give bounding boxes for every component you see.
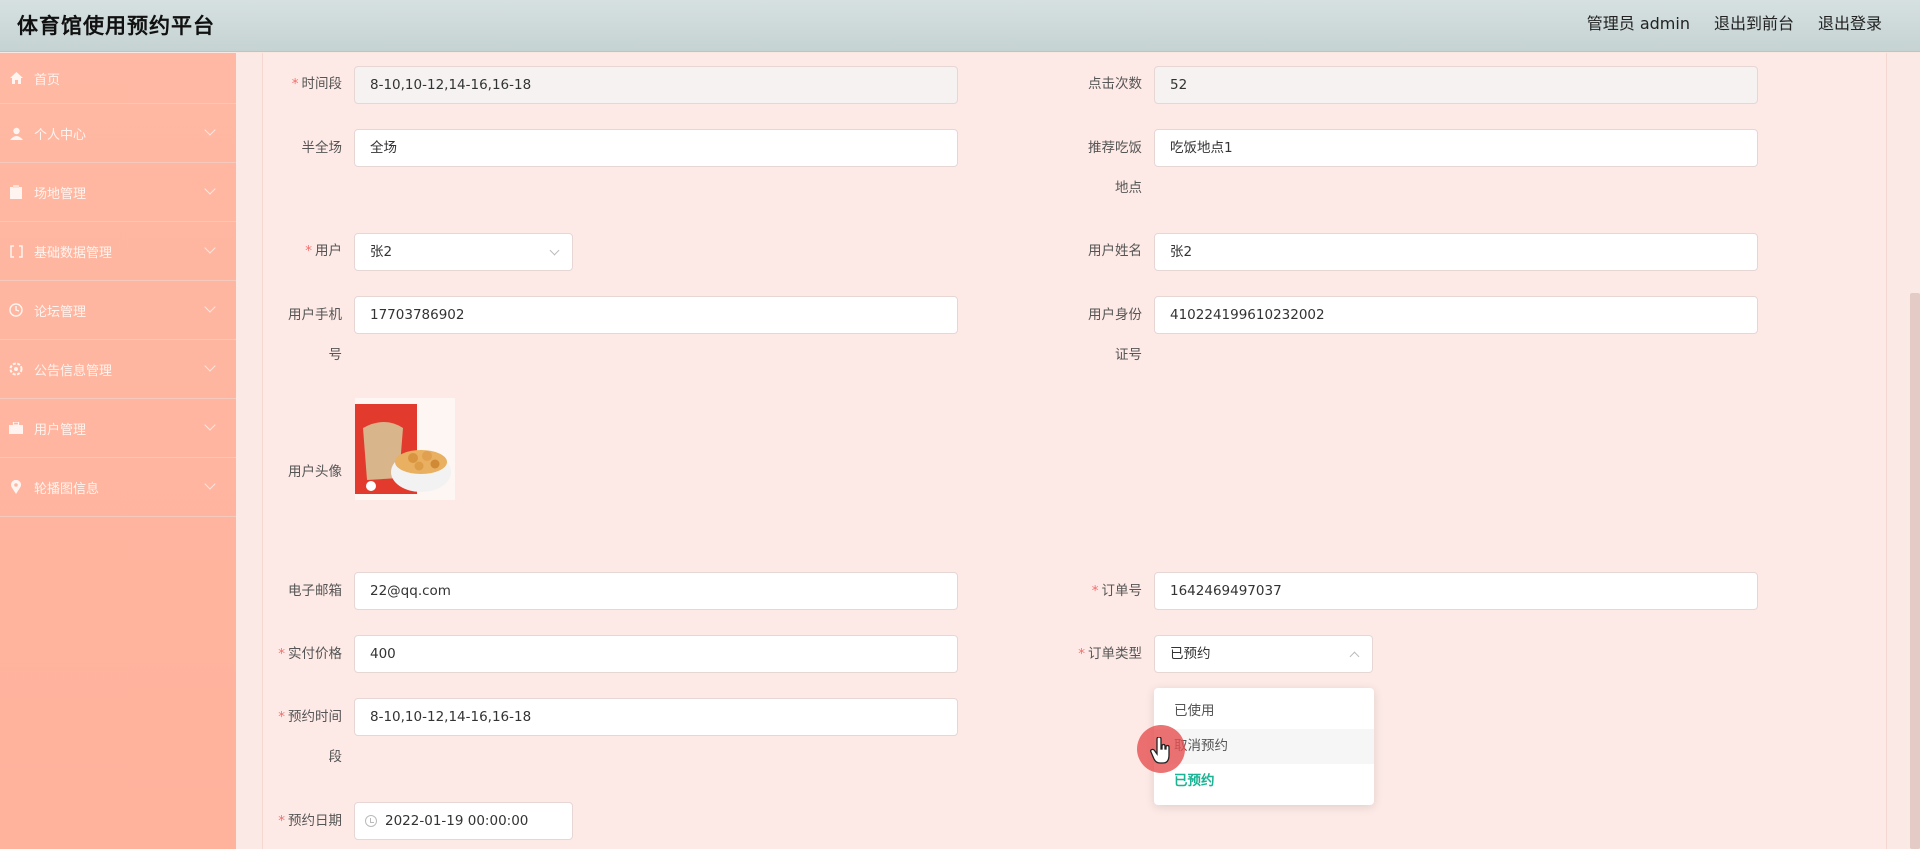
- chevron-down-icon: [204, 242, 216, 254]
- scrollbar[interactable]: [1910, 293, 1920, 849]
- chevron-down-icon: [204, 301, 216, 313]
- order-type-label: * 订单类型: [1078, 646, 1142, 662]
- settings-icon: [8, 362, 24, 376]
- reserve-date-label: * 预约日期: [278, 813, 342, 829]
- sidebar-item-venue[interactable]: 场地管理: [0, 163, 236, 222]
- admin-label: 管理员 admin: [1586, 14, 1690, 33]
- user-icon: [8, 126, 24, 140]
- user-name-label: 用户姓名: [1088, 243, 1142, 259]
- order-type-select[interactable]: 已预约: [1154, 635, 1373, 673]
- id-card-input[interactable]: 410224199610232002: [1154, 296, 1758, 334]
- user-label: * 用户: [305, 243, 342, 259]
- phone-input[interactable]: 17703786902: [354, 296, 958, 334]
- sidebar-item-users[interactable]: 用户管理: [0, 399, 236, 458]
- sidebar: 首页 个人中心 场地管理 基础数据管理 论坛管理 公告信息管理 用户管理 轮播图…: [0, 53, 236, 849]
- court-type-input[interactable]: 全场: [354, 129, 958, 167]
- briefcase-icon: [8, 421, 24, 435]
- id-card-label: 用户身份 证号: [1088, 307, 1142, 363]
- sidebar-item-label: 个人中心: [34, 127, 87, 143]
- chevron-down-icon: [549, 245, 560, 256]
- option-reserved[interactable]: 已预约: [1154, 764, 1374, 799]
- price-label: * 实付价格: [278, 646, 342, 662]
- chevron-down-icon: [204, 360, 216, 372]
- sidebar-item-notice[interactable]: 公告信息管理: [0, 340, 236, 399]
- clock-icon: [365, 815, 377, 827]
- chevron-down-icon: [204, 124, 216, 136]
- sidebar-item-label: 公告信息管理: [34, 363, 113, 379]
- sidebar-item-label: 轮播图信息: [34, 481, 100, 497]
- user-select[interactable]: 张2: [354, 233, 573, 271]
- click-count-input[interactable]: 52: [1154, 66, 1758, 104]
- restaurant-label: 推荐吃饭 地点: [1088, 140, 1142, 196]
- chevron-up-icon: [1349, 651, 1360, 662]
- user-name-input[interactable]: 张2: [1154, 233, 1758, 271]
- price-input[interactable]: 400: [354, 635, 958, 673]
- phone-label: 用户手机 号: [288, 307, 342, 363]
- reserve-slot-label: * 预约时间 段: [278, 709, 342, 765]
- sidebar-item-basic-data[interactable]: 基础数据管理: [0, 222, 236, 281]
- order-type-dropdown: 已使用 取消预约 已预约: [1154, 688, 1374, 805]
- sidebar-item-forum[interactable]: 论坛管理: [0, 281, 236, 340]
- email-input[interactable]: 22@qq.com: [354, 572, 958, 610]
- clipboard-icon: [8, 185, 24, 199]
- home-icon: [8, 71, 24, 85]
- sidebar-item-carousel[interactable]: 轮播图信息: [0, 458, 236, 517]
- top-bar: 体育馆使用预约平台 管理员 admin 退出到前台 退出登录: [0, 0, 1920, 52]
- hand-cursor-icon: [1150, 737, 1170, 764]
- sidebar-item-label: 论坛管理: [34, 304, 87, 320]
- avatar-label: 用户头像: [288, 464, 342, 480]
- sidebar-item-label: 场地管理: [34, 186, 87, 202]
- chevron-down-icon: [204, 183, 216, 195]
- chevron-down-icon: [204, 419, 216, 431]
- sidebar-item-label: 用户管理: [34, 422, 87, 438]
- time-slot-input[interactable]: 8-10,10-12,14-16,16-18: [354, 66, 958, 104]
- map-pin-icon: [8, 480, 24, 494]
- option-used[interactable]: 已使用: [1154, 694, 1374, 729]
- chevron-down-icon: [204, 478, 216, 490]
- logout-link[interactable]: 退出登录: [1818, 10, 1882, 34]
- sidebar-item-label: 首页: [34, 72, 61, 88]
- reserve-date-picker[interactable]: 2022-01-19 00:00:00: [354, 802, 573, 840]
- reserve-slot-input[interactable]: 8-10,10-12,14-16,16-18: [354, 698, 958, 736]
- app-title: 体育馆使用预约平台: [17, 14, 215, 38]
- clock-icon: [8, 303, 24, 317]
- sidebar-item-personal-center[interactable]: 个人中心: [0, 104, 236, 163]
- sidebar-item-home[interactable]: 首页: [0, 53, 236, 104]
- exit-to-front-link[interactable]: 退出到前台: [1714, 10, 1794, 34]
- order-no-label: * 订单号: [1091, 583, 1142, 599]
- bracket-icon: [8, 244, 24, 258]
- time-slot-label: * 时间段: [291, 76, 342, 92]
- email-label: 电子邮箱: [288, 583, 342, 599]
- court-type-label: 半全场: [301, 140, 343, 156]
- restaurant-input[interactable]: 吃饭地点1: [1154, 129, 1758, 167]
- order-no-input[interactable]: 1642469497037: [1154, 572, 1758, 610]
- user-avatar-image[interactable]: [355, 398, 455, 500]
- option-cancel-reservation[interactable]: 取消预约: [1154, 729, 1374, 764]
- sidebar-item-label: 基础数据管理: [34, 245, 113, 261]
- click-count-label: 点击次数: [1088, 76, 1142, 92]
- top-links: 管理员 admin 退出到前台 退出登录: [1587, 10, 1882, 34]
